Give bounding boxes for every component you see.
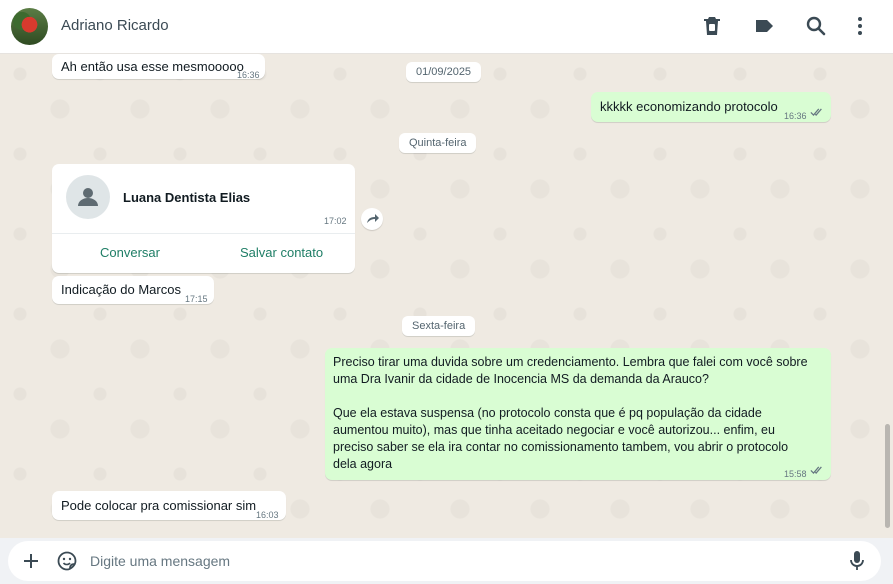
date-separator: Quinta-feira <box>399 133 477 153</box>
composer: Digite uma mensagem <box>0 538 893 584</box>
date-separator: Sexta-feira <box>402 316 476 336</box>
menu-icon[interactable] <box>848 14 872 38</box>
message-outgoing[interactable]: kkkkk economizando protocolo 16:36 <box>591 92 831 122</box>
message-time: 16:36 <box>237 70 260 80</box>
message-text: Preciso tirar uma duvida sobre um creden… <box>333 355 808 471</box>
forward-button[interactable] <box>361 208 383 230</box>
delete-icon[interactable] <box>700 14 724 38</box>
message-text: Ah então usa esse mesmooooo <box>61 59 244 74</box>
person-icon <box>78 188 98 206</box>
message-list[interactable]: Ah então usa esse mesmooooo 16:36 01/09/… <box>0 54 893 538</box>
message-time: 15:58 <box>784 469 807 479</box>
chat-header: Adriano Ricardo <box>0 0 893 54</box>
read-receipt-icon <box>810 466 822 474</box>
message-input[interactable]: Digite uma mensagem <box>90 553 230 569</box>
contact-name[interactable]: Adriano Ricardo <box>61 17 169 34</box>
chat-with-contact-button[interactable]: Conversar <box>100 245 160 260</box>
scrollbar[interactable] <box>885 424 890 528</box>
search-icon[interactable] <box>804 14 828 38</box>
message-incoming[interactable]: Indicação do Marcos 17:15 <box>52 276 214 304</box>
divider <box>52 233 355 234</box>
contact-card-name: Luana Dentista Elias <box>123 190 251 205</box>
message-outgoing[interactable]: Preciso tirar uma duvida sobre um creden… <box>325 348 831 480</box>
sticker-icon[interactable] <box>57 551 77 571</box>
label-icon[interactable] <box>752 14 776 38</box>
message-input-container: Digite uma mensagem <box>8 541 881 581</box>
message-incoming[interactable]: Pode colocar pra comissionar sim 16:03 <box>52 491 286 520</box>
contact-card[interactable]: Luana Dentista Elias 17:02 Conversar Sal… <box>52 164 355 273</box>
message-incoming[interactable]: Ah então usa esse mesmooooo 16:36 <box>52 54 265 80</box>
message-time: 17:15 <box>185 294 208 304</box>
message-text: Indicação do Marcos <box>61 282 181 297</box>
message-time: 16:36 <box>784 111 807 121</box>
save-contact-button[interactable]: Salvar contato <box>240 245 323 260</box>
message-text: kkkkk economizando protocolo <box>600 99 778 114</box>
read-receipt-icon <box>810 108 822 116</box>
date-separator: 01/09/2025 <box>406 62 482 82</box>
contact-card-avatar <box>66 175 110 219</box>
message-time: 16:03 <box>256 510 279 520</box>
message-text: Pode colocar pra comissionar sim <box>61 498 257 513</box>
message-time: 17:02 <box>324 216 347 226</box>
contact-avatar[interactable] <box>11 8 48 45</box>
forward-icon <box>367 214 379 223</box>
mic-icon[interactable] <box>849 550 865 572</box>
plus-icon[interactable] <box>22 552 40 570</box>
